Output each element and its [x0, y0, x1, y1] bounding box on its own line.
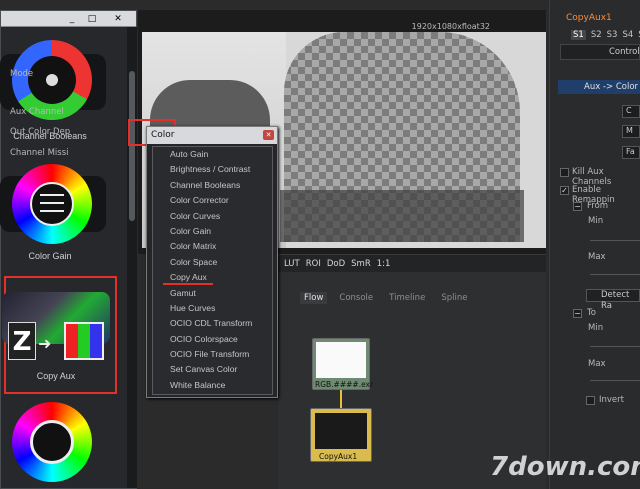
menu-item-color-gain[interactable]: Color Gain — [153, 224, 272, 239]
close-button[interactable]: ✕ — [109, 13, 127, 25]
channel-missing-label: Channel Missi — [10, 148, 69, 158]
subtab-s1[interactable]: S1 — [571, 30, 586, 40]
to-label: To — [587, 308, 596, 318]
to-min-label: Min — [588, 323, 604, 333]
kill-aux-checkbox[interactable] — [560, 168, 569, 177]
to-max-slider[interactable] — [590, 380, 640, 381]
tools-titlebar: _ □ ✕ — [1, 11, 136, 27]
zoom-ratio[interactable]: 1:1 — [377, 259, 391, 269]
tool-color-gain[interactable]: Color Gain — [0, 150, 126, 268]
channel-missing-dropdown[interactable]: Fa — [622, 146, 640, 159]
tab-flow[interactable]: Flow — [300, 292, 328, 304]
menu-item-gamut[interactable]: Gamut — [153, 286, 272, 301]
menu-item-hue-curves[interactable]: Hue Curves — [153, 301, 272, 316]
inspector-title: CopyAux1 — [566, 13, 612, 23]
aux-channel-dropdown[interactable]: C — [622, 105, 640, 118]
tool-copy-aux[interactable]: Z ➜ Copy Aux — [2, 276, 117, 394]
out-color-depth-dropdown[interactable]: M — [622, 125, 640, 138]
watermark-logo: 7down.com — [490, 452, 640, 482]
kill-aux-label: Kill Aux Channels — [572, 167, 612, 187]
inspector-subtabs: S1 S2 S3 S4 S5 — [571, 30, 640, 40]
node-label: RGB.####.exr — [315, 380, 374, 389]
mode-label: Mode — [10, 69, 34, 79]
close-icon[interactable]: ✕ — [263, 130, 274, 140]
menu-item-color-matrix[interactable]: Color Matrix — [153, 239, 272, 254]
tool-label: Copy Aux — [36, 371, 76, 381]
menu-item-channel-booleans[interactable]: Channel Booleans — [153, 178, 272, 193]
menu-item-brightness-contrast[interactable]: Brightness / Contrast — [153, 162, 272, 177]
from-collapse[interactable]: − — [573, 202, 582, 211]
maximize-button[interactable]: □ — [83, 13, 101, 25]
menu-item-ocio-cdl-transform[interactable]: OCIO CDL Transform — [153, 316, 272, 331]
subtab-s3[interactable]: S3 — [607, 30, 618, 40]
menu-item-color-corrector[interactable]: Color Corrector — [153, 193, 272, 208]
copy-aux-underline — [163, 283, 213, 285]
menu-item-color-curves[interactable]: Color Curves — [153, 209, 272, 224]
invert-label: Invert — [599, 395, 624, 405]
subtab-s2[interactable]: S2 — [591, 30, 602, 40]
from-max-slider[interactable] — [590, 274, 640, 275]
to-min-slider[interactable] — [590, 346, 640, 347]
menu-item-color-space[interactable]: Color Space — [153, 255, 272, 270]
to-max-label: Max — [588, 359, 606, 369]
tools-scroll-thumb[interactable] — [129, 71, 135, 221]
node-copyaux[interactable]: CopyAux1 — [310, 408, 372, 462]
detect-range-button[interactable]: Detect Ra — [586, 289, 640, 311]
invert-checkbox[interactable] — [586, 396, 595, 405]
tab-spline[interactable]: Spline — [437, 292, 471, 304]
inspector-panel — [549, 0, 640, 489]
color-menu: Color ✕ Auto Gain Brightness / Contrast … — [146, 126, 278, 398]
menu-item-white-balance[interactable]: White Balance — [153, 378, 272, 393]
color-menu-title: Color — [147, 127, 277, 144]
color-menu-list: Auto Gain Brightness / Contrast Channel … — [152, 146, 273, 395]
node-loader[interactable]: RGB.####.exr — [312, 338, 374, 390]
from-label: From — [587, 201, 609, 211]
tool-label: Color Gain — [28, 251, 72, 261]
from-max-label: Max — [588, 252, 606, 262]
flow-tabs: Flow Console Timeline Spline — [300, 290, 471, 306]
menu-item-auto-gain[interactable]: Auto Gain — [153, 147, 272, 162]
enable-remapping-checkbox[interactable]: ✓ — [560, 186, 569, 195]
subtab-s4[interactable]: S4 — [622, 30, 633, 40]
smr-button[interactable]: SmR — [351, 259, 371, 269]
menu-item-set-canvas-color[interactable]: Set Canvas Color — [153, 362, 272, 377]
out-color-depth-label: Out Color Dep — [10, 127, 71, 137]
dod-button[interactable]: DoD — [327, 259, 345, 269]
from-min-label: Min — [588, 216, 604, 226]
mode-button[interactable]: Aux -> Color — [558, 80, 640, 94]
viewer-resolution: 1920x1080xfloat32 — [411, 22, 490, 31]
menu-item-ocio-file-transform[interactable]: OCIO File Transform — [153, 347, 272, 362]
menu-item-ocio-colorspace[interactable]: OCIO Colorspace — [153, 332, 272, 347]
node-label: CopyAux1 — [319, 452, 358, 461]
tab-console[interactable]: Console — [335, 292, 377, 304]
tab-controls[interactable]: Control — [560, 44, 640, 60]
to-collapse[interactable]: − — [573, 309, 582, 318]
tab-timeline[interactable]: Timeline — [385, 292, 429, 304]
roi-button[interactable]: ROI — [306, 259, 321, 269]
node-connection — [340, 390, 342, 408]
viewer-toolbar: LUT ROI DoD SmR 1:1 — [278, 254, 546, 272]
from-min-slider[interactable] — [590, 240, 640, 241]
aux-channel-label: Aux Channel — [10, 107, 64, 117]
minimize-button[interactable]: _ — [63, 13, 81, 25]
lut-button[interactable]: LUT — [284, 259, 300, 269]
